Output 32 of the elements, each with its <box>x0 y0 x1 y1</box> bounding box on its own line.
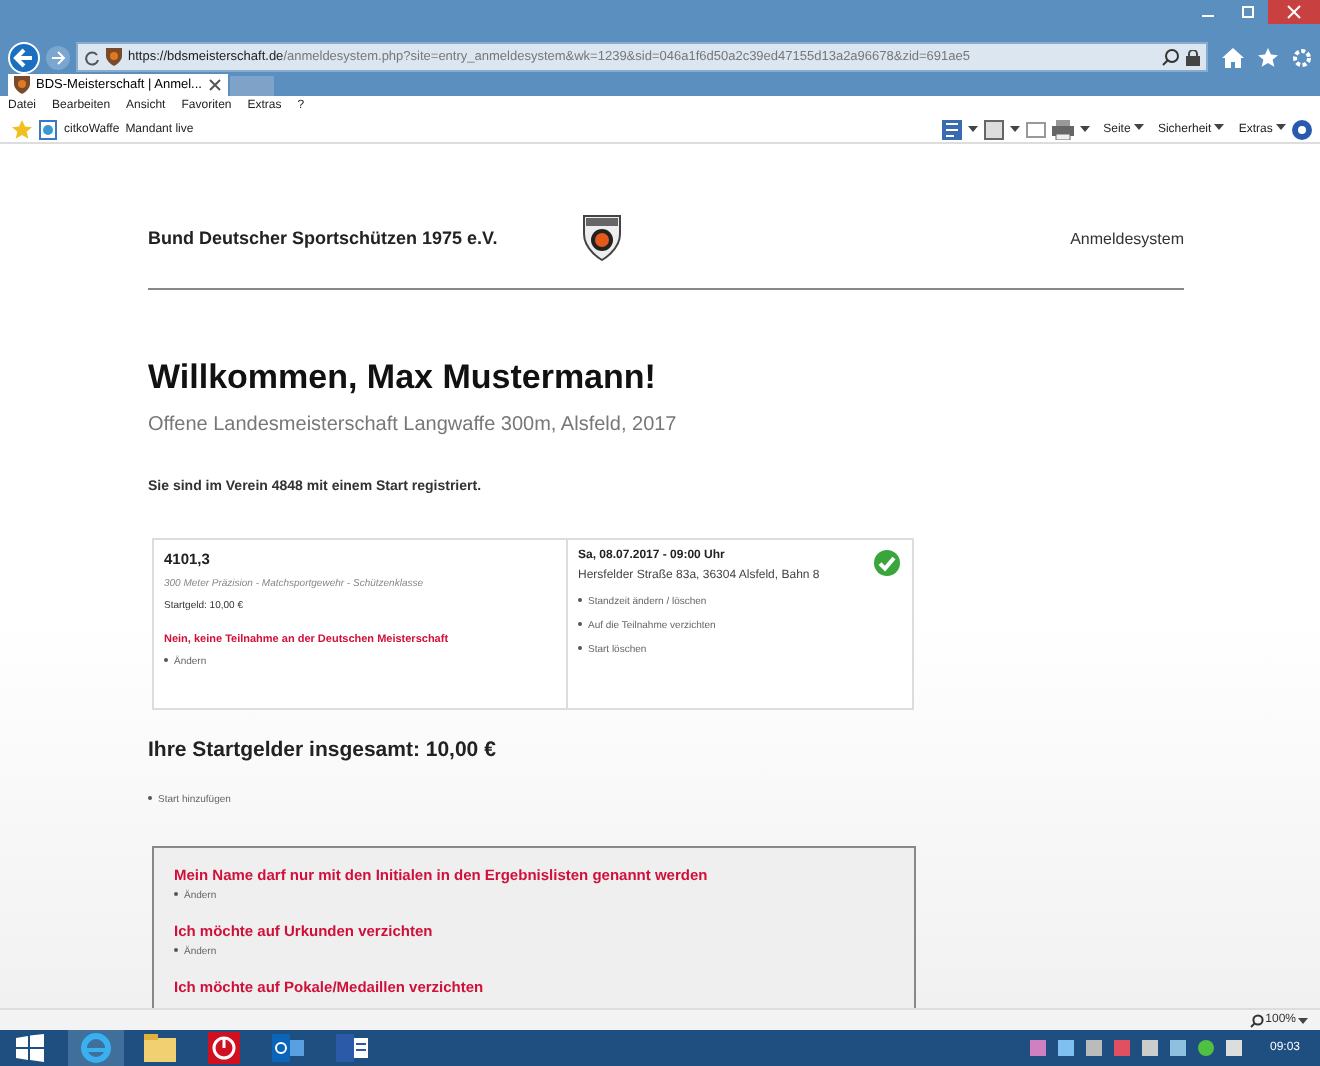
caret-icon[interactable] <box>1009 126 1020 132</box>
caret-icon[interactable] <box>1298 1017 1308 1023</box>
start-button[interactable] <box>16 1034 44 1062</box>
caret-icon[interactable] <box>1079 126 1090 132</box>
system-name: Anmeldesystem <box>1070 229 1184 247</box>
zoom-icon[interactable] <box>1249 1013 1264 1027</box>
refresh-icon[interactable] <box>84 49 100 65</box>
organization-name: Bund Deutscher Sportschützen 1975 e.V. <box>148 228 500 248</box>
star-icon[interactable] <box>1258 47 1278 67</box>
shield-icon <box>14 76 30 94</box>
printer-icon[interactable] <box>1051 119 1074 139</box>
page-icon <box>38 119 58 139</box>
event-title: Offene Landesmeisterschaft Langwaffe 300m, Alsfeld, 2017 <box>148 414 679 436</box>
lock-icon[interactable] <box>1186 49 1200 65</box>
search-icon[interactable] <box>1162 48 1180 66</box>
close-icon[interactable] <box>207 78 222 92</box>
caret-icon[interactable] <box>1276 124 1286 131</box>
help-icon[interactable] <box>1292 119 1312 139</box>
gear-icon[interactable] <box>1292 47 1312 67</box>
welcome-heading: Willkommen, Max Mustermann! <box>148 358 658 398</box>
feed-icon[interactable] <box>941 119 962 139</box>
back-button[interactable] <box>8 41 40 73</box>
favorites-star-icon[interactable] <box>12 119 32 139</box>
total-heading: Ihre Startgelder insgesamt: 10,00 € <box>148 738 498 762</box>
home-icon[interactable] <box>1222 47 1244 67</box>
logo-icon <box>582 214 622 262</box>
caret-icon[interactable] <box>967 126 978 132</box>
caret-icon[interactable] <box>1214 124 1225 131</box>
close-button[interactable] <box>1268 0 1320 24</box>
forward-button[interactable] <box>46 45 70 69</box>
caret-icon[interactable] <box>1133 124 1144 131</box>
shield-icon <box>106 48 122 66</box>
